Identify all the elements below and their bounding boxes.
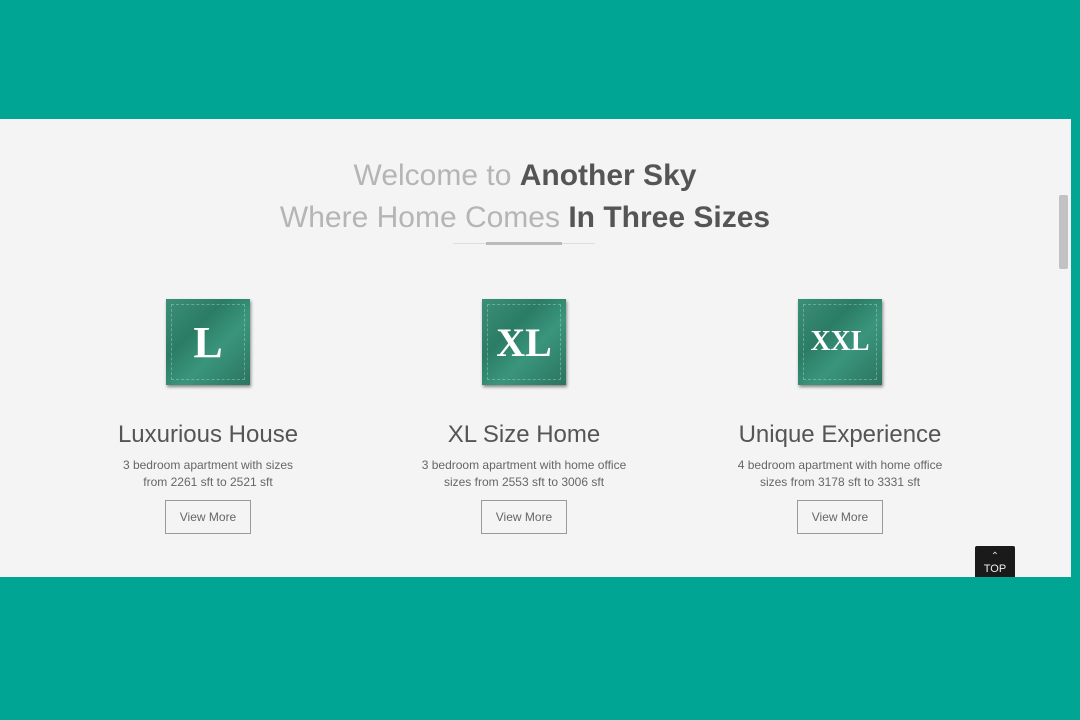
heading-brand-text: Another Sky xyxy=(519,159,697,192)
view-more-button[interactable]: View More xyxy=(797,500,883,534)
back-to-top-label: TOP xyxy=(983,563,1007,575)
size-card-xxl: XXL Unique Experience 4 bedroom apartmen… xyxy=(710,299,970,534)
card-title: Luxurious House xyxy=(117,421,299,448)
card-description-line-1: 4 bedroom apartment with home office xyxy=(737,458,943,472)
heading-sizes-text: In Three Sizes xyxy=(568,201,771,234)
size-badge-xl: XL xyxy=(482,299,566,385)
card-title: Unique Experience xyxy=(738,421,942,448)
page-viewport: Welcome to Another Sky Where Home Comes … xyxy=(0,119,1071,577)
card-description-line-1: 3 bedroom apartment with sizes xyxy=(122,458,294,472)
heading-line-1: Welcome to Another Sky xyxy=(0,155,1050,197)
card-title: XL Size Home xyxy=(447,421,601,448)
chevron-up-icon: ⌃ xyxy=(990,551,1000,562)
heading-divider-accent xyxy=(486,242,562,245)
card-description: 4 bedroom apartment with home office siz… xyxy=(710,457,970,491)
back-to-top-button[interactable]: ⌃ TOP xyxy=(975,546,1015,577)
card-description: 3 bedroom apartment with sizes from 2261… xyxy=(78,457,338,491)
card-description: 3 bedroom apartment with home office siz… xyxy=(394,457,654,491)
scrollbar-thumb[interactable] xyxy=(1059,195,1068,269)
view-more-button[interactable]: View More xyxy=(165,500,251,534)
size-badge-l: L xyxy=(166,299,250,385)
badge-label: XL xyxy=(496,319,552,365)
card-description-line-2: sizes from 3178 sft to 3331 sft xyxy=(759,475,921,489)
heading-tagline-text: Where Home Comes xyxy=(279,201,560,234)
heading-line-2: Where Home Comes In Three Sizes xyxy=(0,197,1050,239)
vertical-scrollbar[interactable] xyxy=(1057,119,1071,577)
size-card-l: L Luxurious House 3 bedroom apartment wi… xyxy=(78,299,338,534)
size-card-xl: XL XL Size Home 3 bedroom apartment with… xyxy=(394,299,654,534)
badge-label: XXL xyxy=(810,326,870,357)
view-more-button[interactable]: View More xyxy=(481,500,567,534)
card-description-line-2: sizes from 2553 sft to 3006 sft xyxy=(443,475,605,489)
size-badge-xxl: XXL xyxy=(798,299,882,385)
card-description-line-1: 3 bedroom apartment with home office xyxy=(421,458,627,472)
badge-label: L xyxy=(193,317,223,367)
heading-welcome-text: Welcome to xyxy=(353,159,512,192)
card-description-line-2: from 2261 sft to 2521 sft xyxy=(143,475,273,489)
section-heading: Welcome to Another Sky Where Home Comes … xyxy=(0,155,1050,239)
